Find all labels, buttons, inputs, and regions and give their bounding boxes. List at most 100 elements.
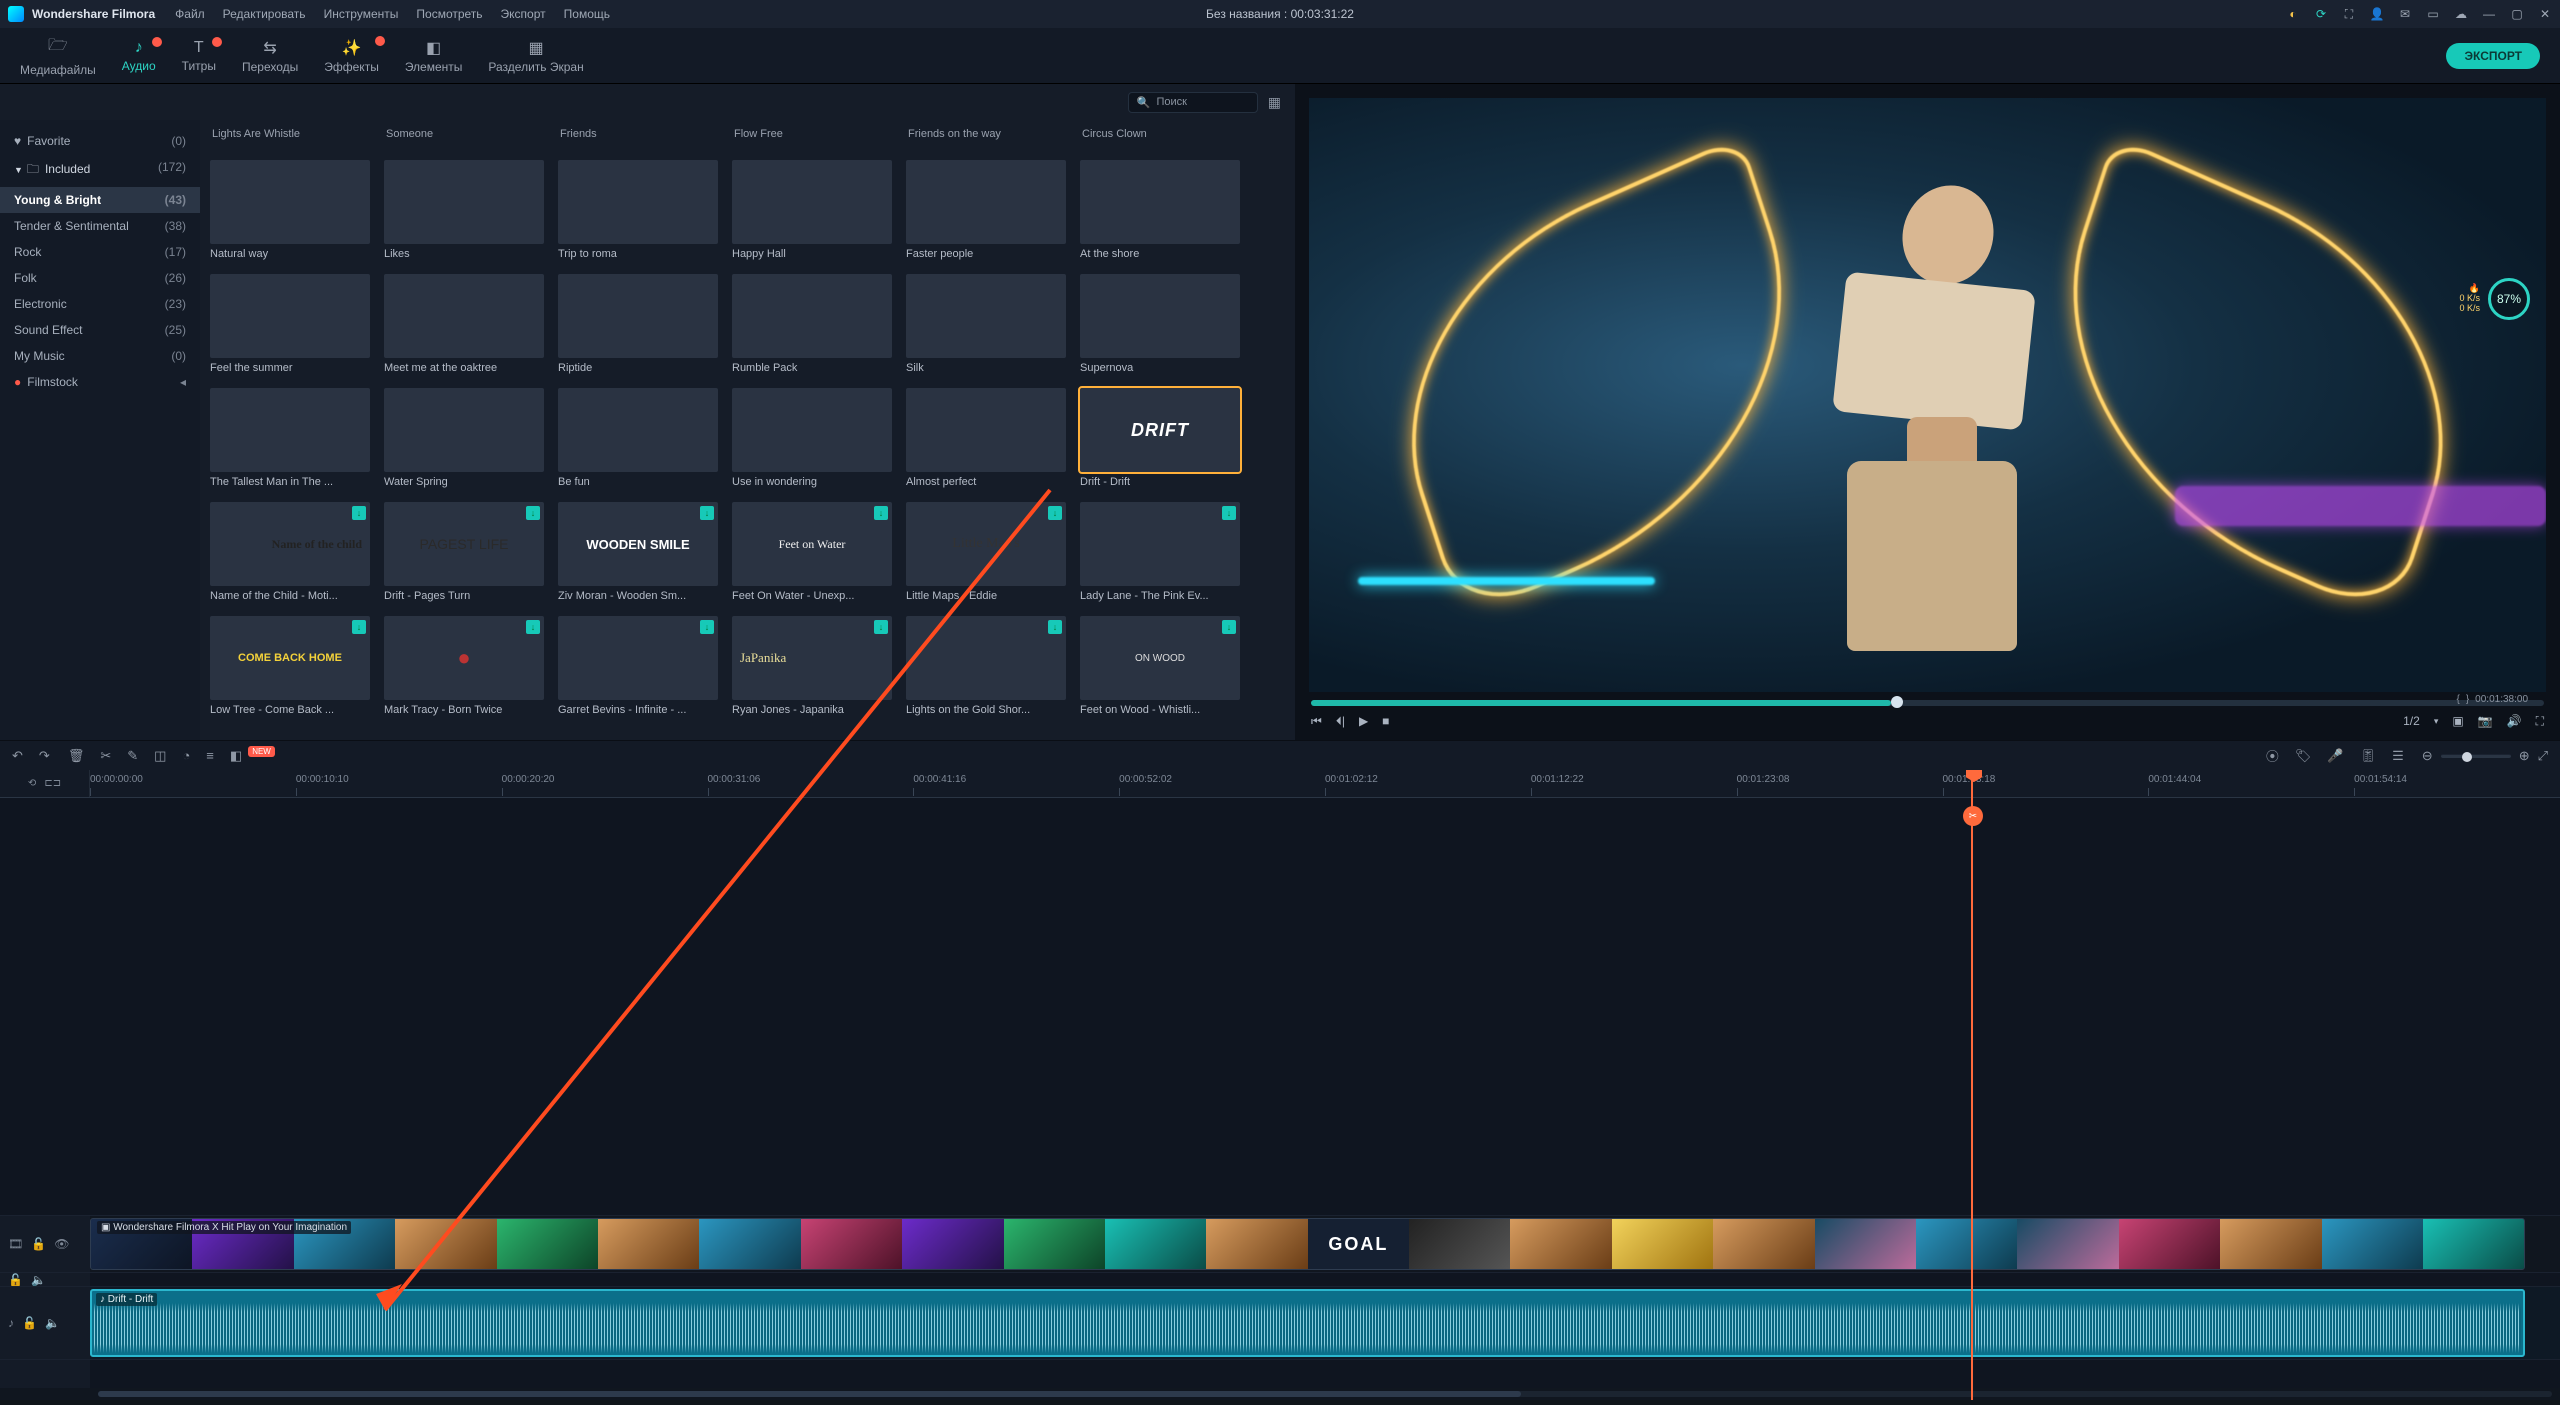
quality-button[interactable]: ▣ — [2452, 714, 2463, 728]
cat-young-bright[interactable]: Young & Bright(43) — [0, 187, 200, 213]
redo-button[interactable]: ↷ — [39, 748, 50, 764]
audio-card[interactable]: ↓Lady Lane - The Pink Ev... — [1080, 502, 1240, 602]
visibility-icon[interactable]: 👁 — [54, 1237, 69, 1251]
audio-card[interactable]: ↓Ziv Moran - Wooden Sm... — [558, 502, 718, 602]
audio-lane[interactable]: ♪ Drift - Drift — [90, 1287, 2560, 1359]
audio-card[interactable]: Feel the summer — [210, 274, 370, 374]
cat-soundeffect[interactable]: Sound Effect(25) — [0, 317, 200, 343]
marker-button[interactable]: 🏷 — [2295, 748, 2312, 764]
speed-button[interactable]: ◔ — [182, 748, 190, 763]
refresh-icon[interactable]: ⟳ — [2314, 7, 2328, 21]
download-icon[interactable]: ↓ — [874, 620, 888, 634]
volume-button[interactable]: 🔊 — [2507, 714, 2522, 728]
edit-button[interactable]: ✎ — [127, 748, 138, 764]
magnet-icon[interactable]: ⊏⊐ — [44, 778, 61, 789]
timeline-hscroll[interactable] — [0, 1388, 2560, 1400]
export-button[interactable]: ЭКСПОРТ — [2446, 43, 2540, 69]
audio-card[interactable]: ↓Garret Bevins - Infinite - ... — [558, 616, 718, 716]
audio-card[interactable]: Rumble Pack — [732, 274, 892, 374]
tab-transitions[interactable]: ⇆Переходы — [242, 38, 298, 74]
grid-view-button[interactable]: ▦ — [1268, 94, 1281, 111]
render-button[interactable]: ⦿ — [2266, 746, 2279, 765]
menu-file[interactable]: Файл — [175, 7, 205, 21]
tab-effects[interactable]: ✨Эффекты — [324, 38, 379, 74]
lock-icon[interactable]: 🔓 — [31, 1237, 46, 1251]
scrubber-knob[interactable] — [1891, 696, 1903, 708]
download-icon[interactable]: ↓ — [874, 506, 888, 520]
audio-card[interactable]: Almost perfect — [906, 388, 1066, 488]
zoom-fit-button[interactable]: ⤢ — [2538, 748, 2548, 764]
preview-scrubber[interactable]: {}00:01:38:00 — [1311, 700, 2544, 706]
download-icon[interactable]: ↓ — [700, 506, 714, 520]
audio-card[interactable]: Faster people — [906, 160, 1066, 260]
audio-card[interactable]: ↓Feet on Wood - Whistli... — [1080, 616, 1240, 716]
download-icon[interactable]: ↓ — [352, 620, 366, 634]
audio-card[interactable]: ↓Mark Tracy - Born Twice — [384, 616, 544, 716]
mute-icon[interactable]: 🔈 — [31, 1273, 46, 1287]
track-manage-button[interactable]: ☰ — [2392, 748, 2404, 764]
audio-card[interactable]: Silk — [906, 274, 1066, 374]
audio-card[interactable]: ↓Ryan Jones - Japanika — [732, 616, 892, 716]
audio-card[interactable]: Trip to roma — [558, 160, 718, 260]
step-back-button[interactable]: ⏴| — [1336, 714, 1345, 729]
download-icon[interactable]: ↓ — [1222, 506, 1236, 520]
audio-card[interactable]: Likes — [384, 160, 544, 260]
playhead[interactable]: ✂ — [1971, 770, 1973, 1400]
stop-button[interactable]: ■ — [1382, 714, 1389, 729]
download-icon[interactable]: ↓ — [352, 506, 366, 520]
audio-clip[interactable]: ♪ Drift - Drift — [90, 1289, 2525, 1357]
audio-card[interactable]: ↓Name of the Child - Moti... — [210, 502, 370, 602]
menu-view[interactable]: Посмотреть — [416, 7, 482, 21]
close-button[interactable]: ✕ — [2538, 7, 2552, 21]
tab-media[interactable]: 🗁Медиафайлы — [20, 34, 96, 77]
timeline-empty-area[interactable] — [0, 798, 2560, 1215]
audio-card[interactable]: ↓Feet On Water - Unexp... — [732, 502, 892, 602]
cat-filmstock[interactable]: ●Filmstock◂ — [0, 369, 200, 395]
menu-edit[interactable]: Редактировать — [223, 7, 306, 21]
color-button[interactable]: ◧ — [230, 748, 242, 764]
download-icon[interactable]: ↓ — [1048, 620, 1062, 634]
settings-button[interactable]: ≡ — [206, 748, 214, 763]
cat-tender[interactable]: Tender & Sentimental(38) — [0, 213, 200, 239]
delete-button[interactable]: 🗑 — [68, 748, 85, 764]
audio-card[interactable]: Meet me at the oaktree — [384, 274, 544, 374]
download-icon[interactable]: ↓ — [526, 620, 540, 634]
ruler-marks[interactable]: 00:00:00:0000:00:10:1000:00:20:2000:00:3… — [90, 770, 2560, 797]
download-icon[interactable]: ↓ — [1222, 620, 1236, 634]
gift-icon[interactable]: ⛶ — [2342, 7, 2356, 21]
audio-card[interactable]: ↓Little Maps - Eddie — [906, 502, 1066, 602]
preview-ratio[interactable]: 1/2 — [2403, 714, 2420, 728]
play-button[interactable]: ▶ — [1359, 714, 1368, 729]
audio-card[interactable]: The Tallest Man in The ... — [210, 388, 370, 488]
tab-splitscreen[interactable]: ▦Разделить Экран — [488, 38, 583, 74]
lock-icon[interactable]: 🔓 — [8, 1273, 23, 1287]
prev-frame-button[interactable]: ⏮ — [1311, 714, 1322, 729]
minimize-button[interactable]: — — [2482, 7, 2496, 21]
undo-button[interactable]: ↶ — [12, 748, 23, 764]
menu-tools[interactable]: Инструменты — [324, 7, 399, 21]
cloud-icon[interactable]: ☁ — [2454, 7, 2468, 21]
audio-card[interactable]: Water Spring — [384, 388, 544, 488]
voiceover-button[interactable]: 🎤 — [2327, 748, 2343, 764]
video-lane[interactable]: ▣ Wondershare Filmora X Hit Play on Your… — [90, 1216, 2560, 1272]
tab-elements[interactable]: ◧Элементы — [405, 38, 463, 74]
mixer-button[interactable]: 🎚 — [2360, 748, 2377, 764]
zoom-out-button[interactable]: ⊖ — [2422, 748, 2433, 764]
download-icon[interactable]: ↓ — [526, 506, 540, 520]
zoom-slider[interactable] — [2441, 754, 2511, 758]
audio-card[interactable]: ↓Lights on the Gold Shor... — [906, 616, 1066, 716]
cat-electronic[interactable]: Electronic(23) — [0, 291, 200, 317]
cat-folk[interactable]: Folk(26) — [0, 265, 200, 291]
crop-button[interactable]: ◫ — [154, 748, 166, 764]
audio-card[interactable]: ↓Drift - Pages Turn — [384, 502, 544, 602]
cat-mymusic[interactable]: My Music(0) — [0, 343, 200, 369]
video-clip[interactable]: ▣ Wondershare Filmora X Hit Play on Your… — [90, 1218, 2525, 1270]
lightbulb-icon[interactable]: ◐ — [2286, 7, 2300, 21]
track-mode-icon[interactable]: ⟲ — [28, 778, 36, 789]
audio-card[interactable]: Natural way — [210, 160, 370, 260]
audio-card-selected[interactable]: Drift - Drift — [1080, 388, 1240, 488]
audio-card[interactable]: Be fun — [558, 388, 718, 488]
preview-video[interactable]: 🔥0 K/s0 K/s 87% — [1309, 98, 2546, 692]
cat-rock[interactable]: Rock(17) — [0, 239, 200, 265]
audio-card[interactable]: Riptide — [558, 274, 718, 374]
